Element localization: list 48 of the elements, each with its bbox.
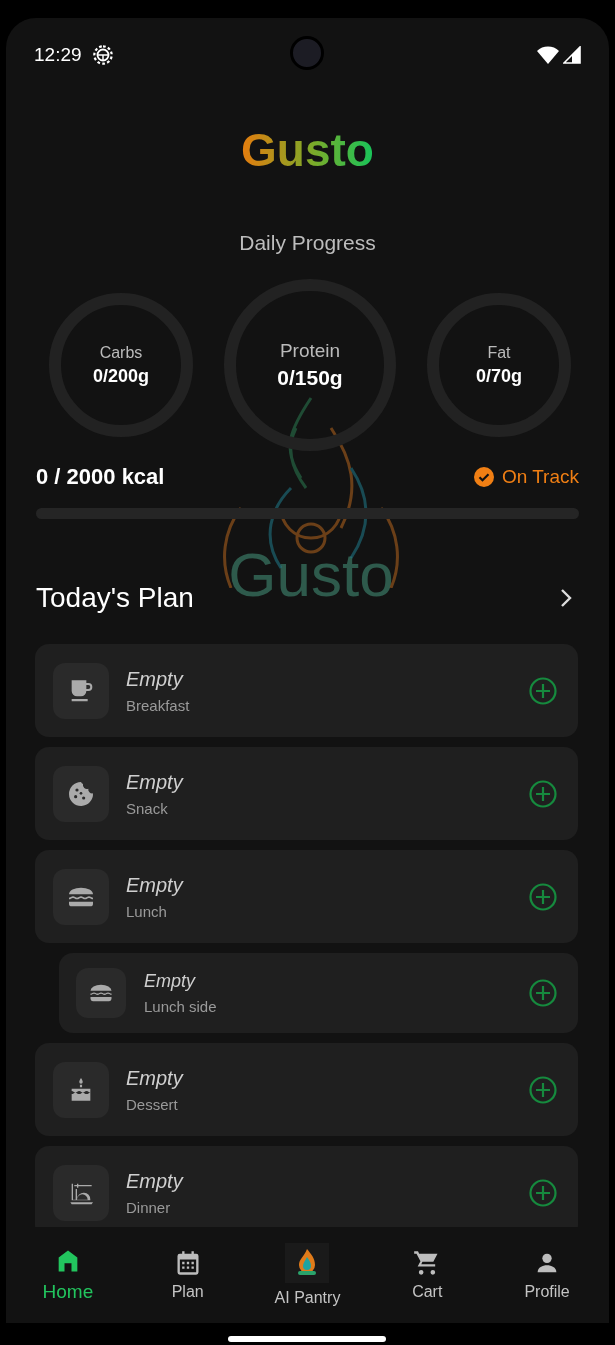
meal-card[interactable]: Empty Dessert [35, 1043, 578, 1136]
calorie-count: 0 / 2000 kcal [36, 464, 165, 490]
meal-card[interactable]: Empty Breakfast [35, 644, 578, 737]
macro-value: 0/150g [277, 366, 343, 390]
nav-tab[interactable]: Plan [132, 1249, 243, 1301]
meal-card[interactable]: Empty Lunch side [59, 953, 578, 1033]
meal-name: Empty [144, 971, 197, 992]
status-label: On Track [501, 466, 579, 488]
check-circle-icon [473, 467, 494, 487]
macro-label: Protein [279, 340, 341, 362]
meal-card[interactable]: Empty Lunch [35, 850, 578, 943]
nav-tab[interactable]: Home [12, 1247, 123, 1303]
section-title: Today's Plan [36, 581, 194, 615]
add-button[interactable] [528, 881, 558, 912]
chevron-right-icon[interactable] [559, 587, 573, 609]
add-button[interactable] [528, 1177, 558, 1208]
meal-card[interactable]: Empty Dinner [35, 1146, 578, 1227]
macro-value: 0/70g [476, 365, 522, 387]
nav-tab[interactable]: Cart [372, 1249, 483, 1301]
meal-name: Empty [126, 873, 185, 897]
signal-icon [563, 46, 581, 64]
meal-name: Empty [126, 667, 185, 691]
add-button[interactable] [528, 675, 558, 706]
macro-label: Fat [487, 343, 511, 362]
meal-slot: Dessert [126, 1095, 511, 1113]
meal-slot: Lunch side [144, 998, 510, 1015]
meal-slot: Lunch [126, 902, 511, 920]
meal-name: Empty [126, 1169, 185, 1193]
meal-card[interactable]: Empty Snack [35, 747, 578, 840]
meal-slot: Dinner [126, 1198, 511, 1216]
section-title: Daily Progress [238, 230, 377, 256]
meal-name: Empty [126, 1066, 185, 1090]
status-time: 12:29 [34, 44, 82, 66]
gear-icon [91, 44, 114, 66]
macro-label: Carbs [99, 343, 143, 362]
meal-name: Empty [126, 770, 185, 794]
meal-slot: Breakfast [126, 696, 511, 714]
macro-value: 0/200g [92, 365, 149, 387]
nav-tab[interactable]: Profile [492, 1249, 603, 1301]
add-button[interactable] [528, 1074, 558, 1105]
add-button[interactable] [528, 778, 558, 809]
flame-logo-icon [285, 1243, 330, 1283]
background-logo-text: Gusto [228, 542, 394, 608]
meal-slot: Snack [126, 799, 511, 817]
camera-hole [290, 36, 324, 70]
add-button[interactable] [528, 978, 558, 1008]
nav-tab[interactable]: AI Pantry [252, 1243, 363, 1307]
wifi-icon [537, 46, 559, 64]
